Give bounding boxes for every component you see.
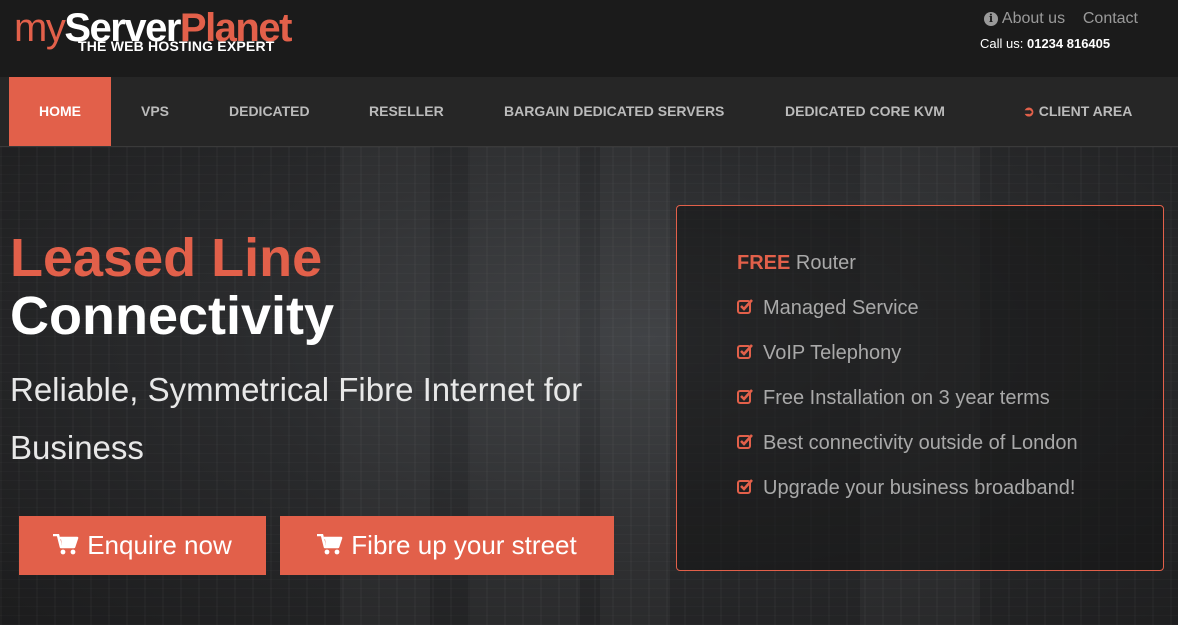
nav-reseller[interactable]: RESELLER	[369, 77, 444, 146]
fibre-up-your-street-button[interactable]: Fibre up your street	[280, 516, 614, 575]
logo-part-my: my	[14, 6, 66, 50]
feature-label: Upgrade your business broadband!	[763, 477, 1076, 499]
list-item: VoIP Telephony	[737, 342, 1078, 387]
nav-client-area[interactable]: ➲ CLIENT AREA	[1023, 77, 1132, 146]
feature-label: Free Installation on 3 year terms	[763, 387, 1050, 409]
logo-tagline: THE WEB HOSTING EXPERT	[78, 38, 275, 54]
about-us-link[interactable]: About us	[1002, 10, 1065, 27]
nav-home[interactable]: HOME	[9, 77, 111, 146]
features-list: FREE Router Managed Service VoIP Telepho…	[737, 252, 1078, 522]
check-icon	[737, 478, 754, 495]
main-nav: HOME VPS DEDICATED RESELLER BARGAIN DEDI…	[0, 77, 1178, 147]
cart-icon	[53, 518, 79, 577]
feature-label: Managed Service	[763, 297, 919, 319]
free-label: FREE	[737, 252, 791, 274]
top-bar: myServerPlanet THE WEB HOSTING EXPERT iA…	[0, 0, 1178, 77]
check-icon	[737, 343, 754, 360]
list-item: Upgrade your business broadband!	[737, 477, 1078, 522]
list-item: Managed Service	[737, 297, 1078, 342]
call-us: Call us: 01234 816405	[980, 36, 1110, 51]
enquire-now-button[interactable]: Enquire now	[19, 516, 266, 575]
feature-label: Router	[795, 252, 856, 274]
contact-link[interactable]: Contact	[1083, 10, 1138, 27]
login-icon: ➲	[1023, 103, 1035, 119]
features-panel: FREE Router Managed Service VoIP Telepho…	[676, 205, 1164, 571]
fibre-up-your-street-label: Fibre up your street	[351, 530, 577, 560]
nav-dedicated-core-kvm[interactable]: DEDICATED CORE KVM	[785, 77, 945, 146]
feature-label: VoIP Telephony	[763, 342, 902, 364]
nav-bargain-dedicated-servers[interactable]: BARGAIN DEDICATED SERVERS	[504, 77, 724, 146]
list-item: Free Installation on 3 year terms	[737, 387, 1078, 432]
list-item: Best connectivity outside of London	[737, 432, 1078, 477]
check-icon	[737, 388, 754, 405]
nav-dedicated[interactable]: DEDICATED	[229, 77, 310, 146]
site-logo[interactable]: myServerPlanet THE WEB HOSTING EXPERT	[14, 6, 292, 54]
top-links: i About us Contact	[983, 10, 1138, 28]
hero-title-line1: Leased Line	[10, 228, 323, 288]
cart-icon	[317, 518, 343, 577]
check-icon	[737, 433, 754, 450]
feature-label: Best connectivity outside of London	[763, 432, 1078, 454]
nav-client-area-label: CLIENT AREA	[1038, 103, 1133, 119]
feature-item-free-router: FREE Router	[737, 252, 1078, 297]
nav-vps[interactable]: VPS	[141, 77, 169, 146]
hero-section: Leased Line Connectivity Reliable, Symme…	[0, 147, 1178, 625]
enquire-now-label: Enquire now	[87, 530, 232, 560]
hero-title-line2: Connectivity	[10, 286, 335, 346]
call-label: Call us:	[980, 36, 1024, 51]
phone-number[interactable]: 01234 816405	[1027, 36, 1110, 51]
info-icon: i	[983, 12, 998, 26]
hero-subtitle: Reliable, Symmetrical Fibre Internet for…	[10, 371, 583, 466]
check-icon	[737, 298, 754, 315]
